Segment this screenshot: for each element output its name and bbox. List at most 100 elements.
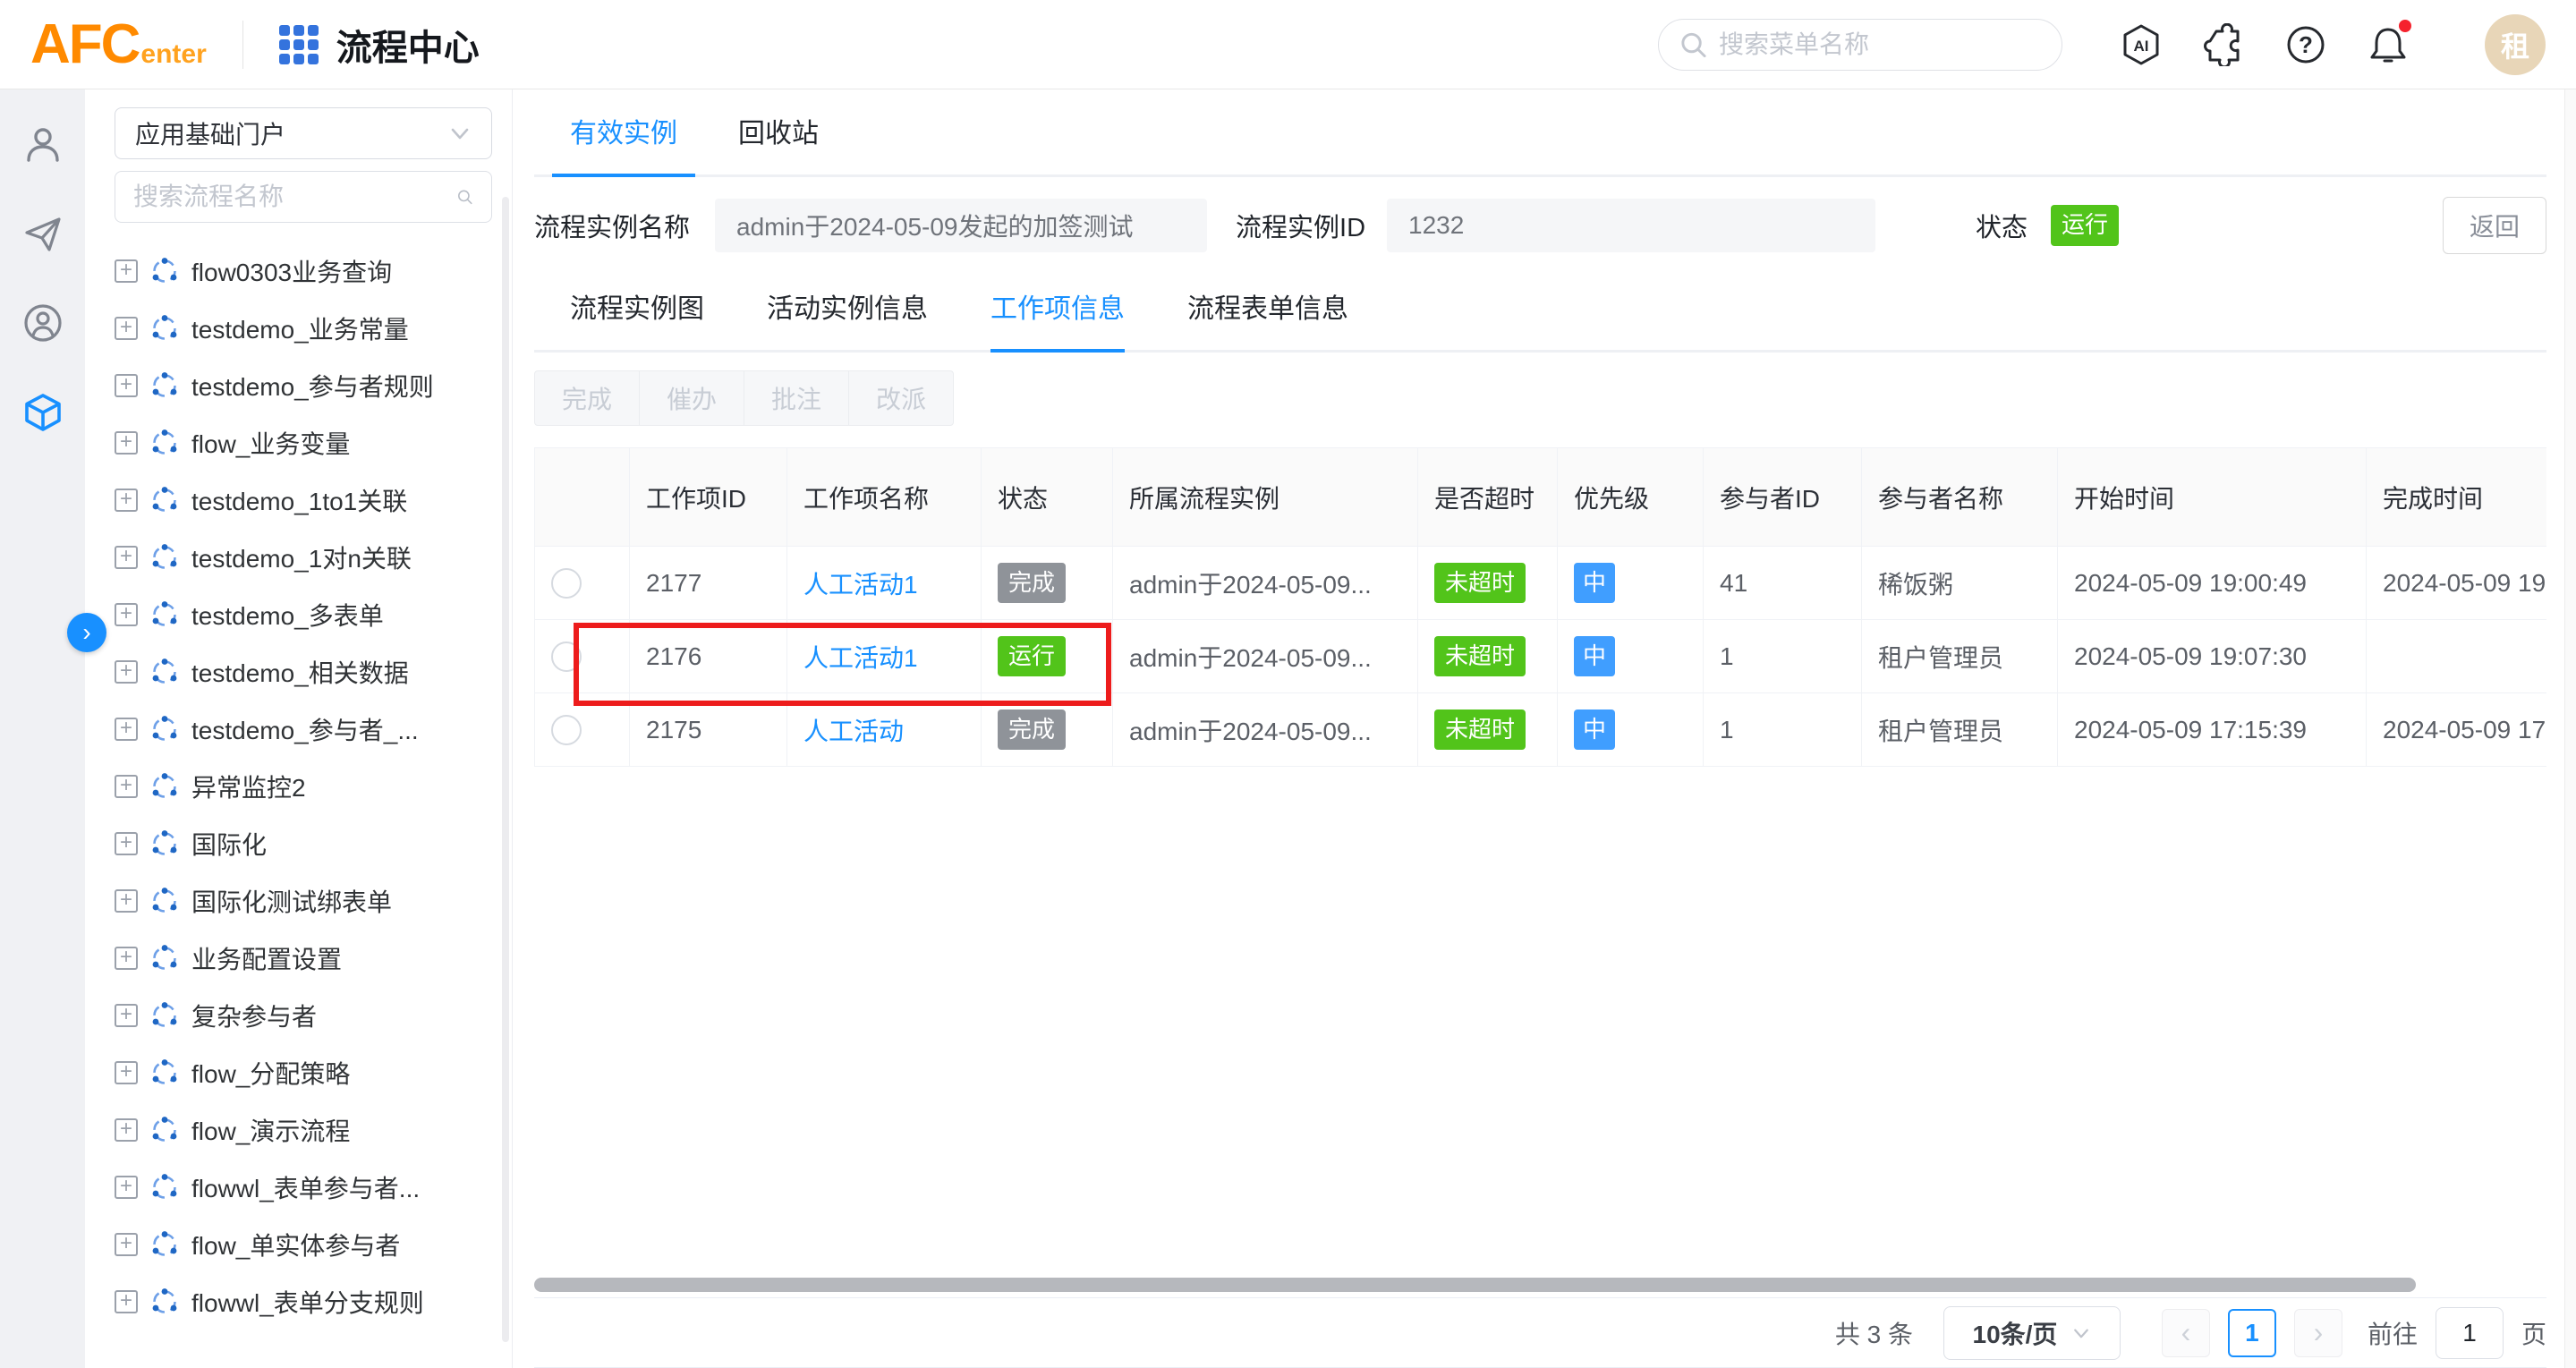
tree-item[interactable]: flow_业务变量 (115, 414, 492, 472)
tab-instance-diagram[interactable]: 流程实例图 (570, 286, 704, 350)
overtime-badge: 未超时 (1434, 636, 1526, 676)
tab-valid-instances[interactable]: 有效实例 (552, 89, 695, 177)
horizontal-scrollbar-track[interactable] (534, 1278, 2546, 1292)
tree-item-label: 异常监控2 (191, 769, 306, 804)
process-search-input[interactable] (133, 183, 456, 211)
tree-item[interactable]: flowwl_表单分支规则 (115, 1273, 492, 1330)
page-size-select[interactable]: 10条/页 (1943, 1306, 2121, 1360)
expand-plus-icon[interactable] (115, 775, 138, 798)
process-node-icon (150, 429, 179, 457)
tree-item[interactable]: flow0303业务查询 (115, 242, 492, 300)
workitem-name-link[interactable]: 人工活动1 (803, 571, 918, 599)
start-time: 2024-05-09 19:00:49 (2074, 569, 2307, 597)
workitem-status-badge: 完成 (998, 563, 1066, 603)
overtime-badge: 未超时 (1434, 563, 1526, 603)
expand-plus-icon[interactable] (115, 660, 138, 684)
tab-form-info[interactable]: 流程表单信息 (1187, 286, 1348, 350)
tree-item[interactable]: 国际化测试绑表单 (115, 872, 492, 930)
search-icon (456, 183, 473, 211)
prev-page-button[interactable]: ‹ (2162, 1309, 2210, 1357)
process-tree-panel: 应用基础门户 flow0303业务查询 (85, 89, 513, 1368)
expand-plus-icon[interactable] (115, 1004, 138, 1027)
expand-plus-icon[interactable] (115, 1118, 138, 1142)
send-icon[interactable] (21, 211, 65, 256)
expand-plus-icon[interactable] (115, 603, 138, 626)
tree-item[interactable]: 业务配置设置 (115, 930, 492, 987)
expand-plus-icon[interactable] (115, 489, 138, 512)
avatar[interactable]: 租 (2485, 14, 2546, 75)
tree-item-label: flow0303业务查询 (191, 253, 392, 289)
back-button[interactable]: 返回 (2443, 197, 2546, 254)
tree-item[interactable]: flow_单实体参与者 (115, 1216, 492, 1273)
tree-scrollbar[interactable] (502, 197, 509, 1342)
table-row[interactable]: 2176 人工活动1 运行 admin于2024-05-09... 未超时 中 … (535, 620, 2547, 693)
menu-search-input[interactable] (1719, 30, 2042, 59)
process-search-box[interactable] (115, 171, 492, 223)
row-radio[interactable] (551, 568, 582, 599)
tree-item-label: flowwl_表单分支规则 (191, 1284, 424, 1320)
current-page-button[interactable]: 1 (2228, 1309, 2276, 1357)
expand-plus-icon[interactable] (115, 947, 138, 970)
expand-plus-icon[interactable] (115, 431, 138, 455)
user-circle-icon[interactable] (21, 301, 65, 345)
expand-plus-icon[interactable] (115, 1233, 138, 1256)
table-row[interactable]: 2177 人工活动1 完成 admin于2024-05-09... 未超时 中 … (535, 547, 2547, 620)
tab-recycle-bin[interactable]: 回收站 (720, 89, 837, 174)
tree-item[interactable]: testdemo_1to1关联 (115, 472, 492, 529)
tree-item[interactable]: flowwl_表单参与者... (115, 1159, 492, 1216)
workitem-name-link[interactable]: 人工活动 (803, 718, 904, 745)
comment-button[interactable]: 批注 (744, 370, 849, 426)
app-select[interactable]: 应用基础门户 (115, 107, 492, 159)
expand-plus-icon[interactable] (115, 889, 138, 913)
tree-item[interactable]: testdemo_1对n关联 (115, 529, 492, 586)
window-vertical-scrollbar[interactable] (2564, 89, 2576, 1368)
notification-bell-icon[interactable] (2367, 23, 2410, 66)
reassign-button[interactable]: 改派 (848, 370, 954, 426)
cube-icon-active[interactable] (21, 390, 65, 435)
col-overtime: 是否超时 (1418, 448, 1558, 547)
tab-workitem-info[interactable]: 工作项信息 (990, 286, 1125, 353)
row-radio[interactable] (551, 642, 582, 672)
tree-item[interactable]: 国际化 (115, 815, 492, 872)
help-icon[interactable]: ? (2284, 23, 2327, 66)
tree-item[interactable]: testdemo_参与者规则 (115, 357, 492, 414)
tree-item[interactable]: 异常监控2 (115, 758, 492, 815)
process-node-icon (150, 944, 179, 973)
tab-activity-info[interactable]: 活动实例信息 (767, 286, 928, 350)
table-row[interactable]: 2175 人工活动 完成 admin于2024-05-09... 未超时 中 1… (535, 693, 2547, 767)
workitem-name-link[interactable]: 人工活动1 (803, 644, 918, 672)
sidebar-collapse-toggle[interactable]: › (67, 613, 106, 652)
goto-page-input[interactable] (2436, 1307, 2504, 1359)
process-node-icon (150, 371, 179, 400)
expand-plus-icon[interactable] (115, 259, 138, 283)
tree-item[interactable]: testdemo_相关数据 (115, 643, 492, 701)
process-node-icon (150, 486, 179, 514)
col-participant-name: 参与者名称 (1862, 448, 2058, 547)
expand-plus-icon[interactable] (115, 1290, 138, 1313)
expand-plus-icon[interactable] (115, 546, 138, 569)
tree-item[interactable]: testdemo_业务常量 (115, 300, 492, 357)
instance-tabs: 有效实例 回收站 (534, 89, 2546, 177)
urge-button[interactable]: 催办 (639, 370, 744, 426)
expand-plus-icon[interactable] (115, 1061, 138, 1084)
menu-search-box[interactable] (1658, 19, 2062, 71)
row-radio[interactable] (551, 715, 582, 745)
horizontal-scrollbar-thumb[interactable] (534, 1278, 2416, 1292)
tree-item[interactable]: testdemo_参与者_... (115, 701, 492, 758)
expand-plus-icon[interactable] (115, 718, 138, 741)
tree-item[interactable]: flow_分配策略 (115, 1044, 492, 1101)
afcenter-logo[interactable]: AFC enter (30, 17, 207, 72)
next-page-button[interactable]: › (2294, 1309, 2342, 1357)
complete-button[interactable]: 完成 (534, 370, 640, 426)
profile-icon[interactable] (21, 122, 65, 166)
plugin-puzzle-icon[interactable] (2202, 23, 2245, 66)
tree-item[interactable]: 复杂参与者 (115, 987, 492, 1044)
ai-assistant-icon[interactable]: AI (2120, 23, 2163, 66)
expand-plus-icon[interactable] (115, 374, 138, 397)
expand-plus-icon[interactable] (115, 317, 138, 340)
tree-item[interactable]: flow_演示流程 (115, 1101, 492, 1159)
tree-item[interactable]: testdemo_多表单 (115, 586, 492, 643)
expand-plus-icon[interactable] (115, 1176, 138, 1199)
app-grid-icon[interactable] (279, 25, 319, 64)
expand-plus-icon[interactable] (115, 832, 138, 855)
